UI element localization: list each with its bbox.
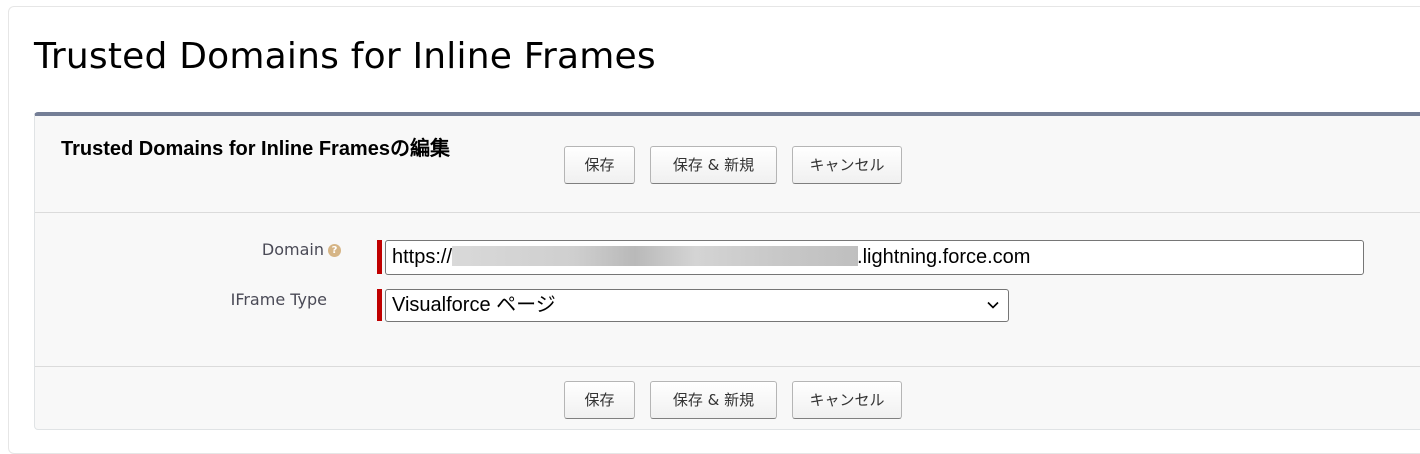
redacted-region [452,245,859,266]
block-title: Trusted Domains for Inline Framesの編集 [61,138,450,160]
domain-label: Domain? [262,240,341,259]
iframe-type-select[interactable]: Visualforce ページ [385,289,1009,322]
help-icon[interactable]: ? [328,244,341,257]
save-and-new-button[interactable]: 保存 & 新規 [650,146,777,184]
page-title: Trusted Domains for Inline Frames [34,36,656,77]
domain-input[interactable]: https:// .lightning.force.com [385,240,1364,275]
iframe-type-label: IFrame Type [230,290,327,309]
required-indicator [377,240,382,274]
iframe-type-selected-value: Visualforce ページ [392,294,556,316]
save-button[interactable]: 保存 [564,146,635,184]
save-button-bottom[interactable]: 保存 [564,381,635,419]
save-and-new-button-bottom[interactable]: 保存 & 新規 [650,381,777,419]
domain-value-suffix: .lightning.force.com [857,246,1031,268]
required-indicator [377,289,382,321]
cancel-button[interactable]: キャンセル [792,146,902,184]
chevron-down-icon [987,301,999,309]
domain-value-prefix: https:// [392,246,453,268]
domain-label-text: Domain [261,240,324,259]
edit-block: Trusted Domains for Inline Framesの編集 保存 … [34,112,1420,430]
block-header: Trusted Domains for Inline Framesの編集 保存 … [35,116,1420,213]
cancel-button-bottom[interactable]: キャンセル [792,381,902,419]
